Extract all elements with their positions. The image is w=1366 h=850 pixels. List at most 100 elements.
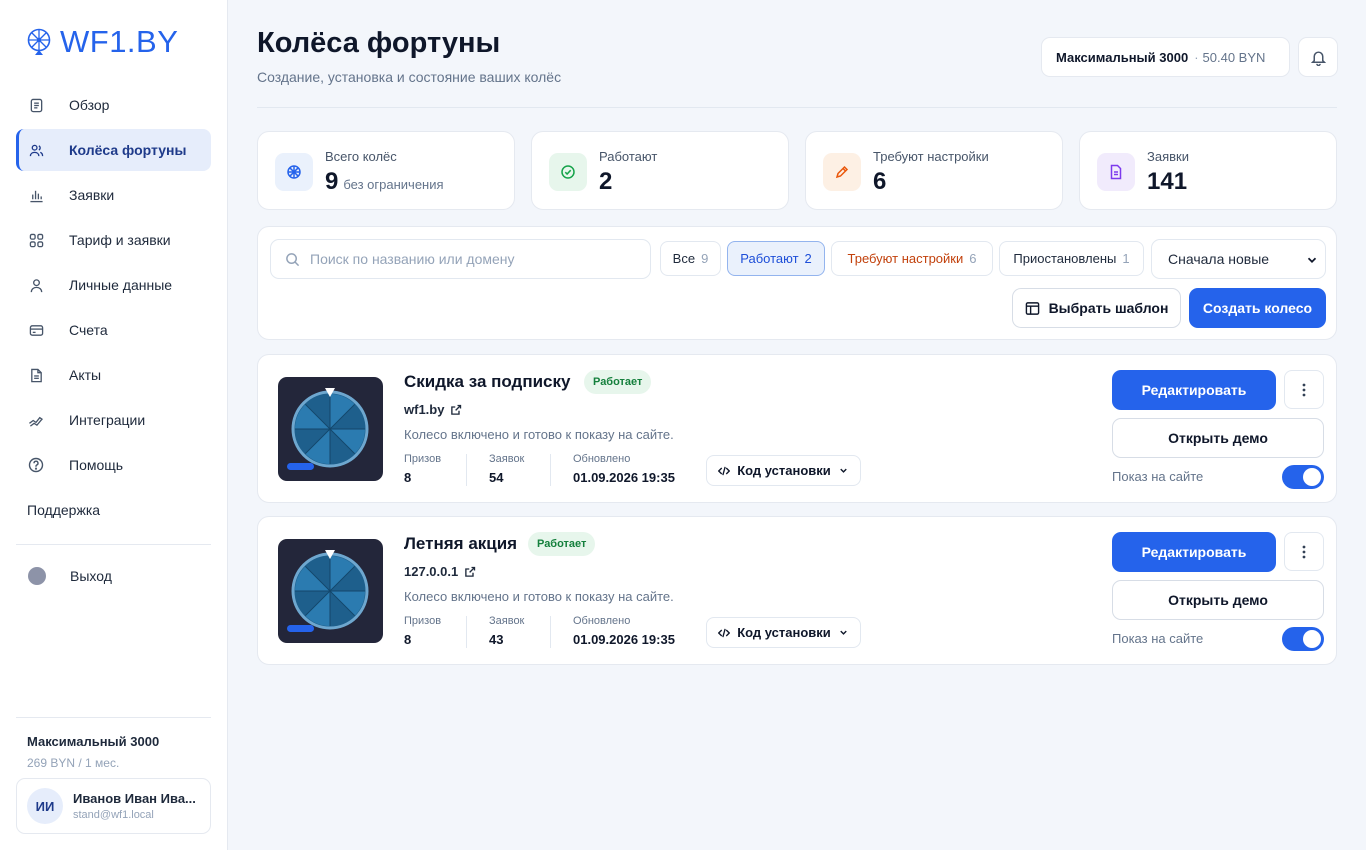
stat-number: 9 [325, 168, 339, 195]
install-code-button[interactable]: Код установки [706, 455, 861, 486]
show-on-site-toggle[interactable] [1282, 465, 1324, 489]
button-label: Редактировать [1141, 544, 1247, 560]
logout-avatar-dot [28, 567, 46, 585]
sidebar-item-label: Обзор [69, 97, 110, 113]
sidebar-item-support[interactable]: Поддержка [16, 489, 211, 531]
filter-chip-needs-setup[interactable]: Требуют настройки 6 [831, 241, 993, 276]
logout-item[interactable]: Выход [16, 555, 211, 597]
stat-card-leads: Заявки 141 [1079, 131, 1337, 210]
plan-balance-pill[interactable]: Максимальный 3000 · 50.40 BYN [1041, 37, 1290, 77]
external-link-icon [465, 566, 476, 577]
file-icon [28, 367, 44, 383]
button-label: Код установки [737, 625, 831, 640]
logout-button[interactable]: Выход [16, 555, 211, 597]
meta-label: Призов [404, 615, 442, 627]
search-input[interactable] [310, 251, 630, 267]
button-label: Редактировать [1141, 382, 1247, 398]
stat-card-total: Всего колёс 9 без ограничения [257, 131, 515, 210]
meta-value: 8 [404, 632, 412, 647]
user-icon [28, 277, 44, 293]
sidebar-divider [16, 544, 211, 545]
choose-template-button[interactable]: Выбрать шаблон [1012, 288, 1181, 328]
create-wheel-button[interactable]: Создать колесо [1189, 288, 1326, 328]
wheel-preview-image [287, 550, 369, 632]
meta-label: Призов [404, 453, 442, 465]
sidebar-item-leads[interactable]: Заявки [16, 174, 211, 216]
grid-icon [28, 232, 44, 248]
wheel-domain-link[interactable]: wf1.by [404, 402, 462, 417]
plan-pill-separator: · [1194, 49, 1199, 65]
meta-divider [550, 454, 551, 486]
sidebar-item-tariff[interactable]: Тариф и заявки [16, 219, 211, 261]
users-icon [28, 142, 44, 158]
sidebar-item-integrations[interactable]: Интеграции [16, 399, 211, 441]
user-name: Иванов Иван Ива... [73, 791, 196, 806]
install-code-button[interactable]: Код установки [706, 617, 861, 648]
plan-name: Максимальный 3000 [27, 734, 160, 749]
wheel-description: Колесо включено и готово к показу на сай… [404, 427, 674, 442]
stat-label: Заявки [1147, 149, 1189, 164]
logo[interactable]: WF1.BY [26, 24, 178, 60]
chip-label: Требуют настройки [847, 251, 964, 266]
sidebar-item-acts[interactable]: Акты [16, 354, 211, 396]
sidebar-item-personal[interactable]: Личные данные [16, 264, 211, 306]
show-on-site-label: Показ на сайте [1112, 469, 1204, 484]
wheel-card: Летняя акция Работает 127.0.0.1 Колесо в… [257, 516, 1337, 665]
chip-count: 9 [701, 251, 709, 266]
meta-value: 43 [489, 632, 504, 647]
sidebar-item-label: Поддержка [27, 502, 101, 518]
wheel-domain-link[interactable]: 127.0.0.1 [404, 564, 476, 579]
filter-chip-working[interactable]: Работают 2 [727, 241, 825, 276]
sidebar-item-overview[interactable]: Обзор [16, 84, 211, 126]
pencil-icon [823, 153, 861, 191]
filter-chip-all[interactable]: Все 9 [660, 241, 721, 276]
check-circle-icon [549, 153, 587, 191]
logout-label: Выход [70, 568, 112, 584]
edit-button[interactable]: Редактировать [1112, 532, 1276, 572]
page-title: Колёса фортуны [257, 27, 501, 59]
more-actions-button[interactable] [1284, 532, 1324, 571]
wheel-thumbnail[interactable] [278, 539, 383, 643]
plan-pill-balance: 50.40 BYN [1202, 49, 1266, 65]
meta-leads: Заявок 43 [489, 615, 524, 647]
page-subtitle: Создание, установка и состояние ваших ко… [257, 69, 562, 85]
bar-chart-icon [28, 187, 44, 203]
external-link-icon [451, 404, 462, 415]
filter-chip-paused[interactable]: Приостановлены 1 [999, 241, 1144, 276]
sidebar-item-wheels[interactable]: Колёса фортуны [16, 129, 211, 171]
more-actions-button[interactable] [1284, 370, 1324, 409]
header-divider [257, 107, 1337, 108]
open-demo-button[interactable]: Открыть демо [1112, 418, 1324, 458]
open-demo-button[interactable]: Открыть демо [1112, 580, 1324, 620]
sort-select[interactable]: Сначала новые [1151, 239, 1326, 279]
bell-icon [1310, 50, 1326, 66]
button-label: Открыть демо [1168, 430, 1268, 446]
stat-value: 9 без ограничения [325, 168, 444, 196]
stat-note: без ограничения [343, 177, 444, 192]
code-icon [718, 466, 731, 475]
document-icon [28, 97, 44, 113]
user-card[interactable]: ИИ Иванов Иван Ива... stand@wf1.local [16, 778, 211, 834]
sidebar-divider [16, 717, 211, 718]
plan-pill-name: Максимальный 3000 [1056, 49, 1189, 65]
meta-label: Заявок [489, 453, 525, 465]
stat-card-working: Работают 2 [531, 131, 789, 210]
chip-label: Все [672, 251, 696, 266]
meta-value: 54 [489, 470, 504, 485]
button-label: Код установки [737, 463, 831, 478]
notifications-button[interactable] [1298, 37, 1338, 77]
search-box[interactable] [270, 239, 651, 279]
meta-value: 8 [404, 470, 412, 485]
sidebar-item-invoices[interactable]: Счета [16, 309, 211, 351]
toggle-knob [1303, 630, 1321, 648]
wheel-thumbnail[interactable] [278, 377, 383, 481]
template-icon [1025, 301, 1039, 315]
help-circle-icon [28, 457, 44, 473]
sidebar-item-help[interactable]: Помощь [16, 444, 211, 486]
sidebar-item-label: Заявки [69, 187, 115, 203]
edit-button[interactable]: Редактировать [1112, 370, 1276, 410]
wheel-title: Летняя акция [404, 534, 518, 553]
more-vertical-icon [1302, 383, 1306, 396]
show-on-site-toggle[interactable] [1282, 627, 1324, 651]
plan-price: 269 BYN / 1 мес. [27, 756, 120, 770]
